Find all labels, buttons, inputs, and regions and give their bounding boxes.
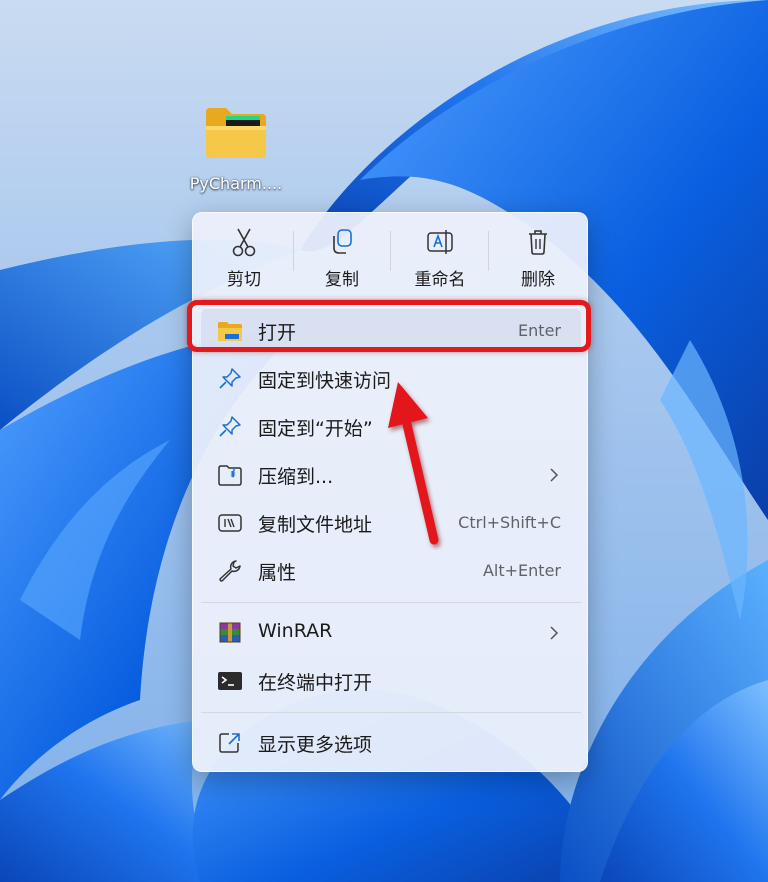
menu-item-label: 属性 (258, 562, 297, 584)
delete-button[interactable]: 删除 (493, 225, 583, 295)
desktop-folder-pycharm[interactable]: PC PyCharm.... (186, 104, 286, 193)
copy-button[interactable]: 复制 (297, 225, 387, 295)
delete-label: 删除 (521, 270, 555, 290)
menu-item-label: 显示更多选项 (258, 734, 373, 756)
desktop-icon-label: PyCharm.... (189, 174, 283, 193)
menu-item-label: WinRAR (258, 620, 333, 642)
annotation-highlight-box (187, 300, 591, 352)
pin-icon (217, 415, 243, 439)
terminal-icon (217, 669, 243, 693)
toolbar-divider (390, 231, 391, 271)
cut-button[interactable]: 剪切 (199, 225, 289, 295)
pin-icon (217, 367, 243, 391)
menu-item-label: 压缩到... (258, 466, 334, 488)
menu-item-shortcut: Ctrl+Shift+C (458, 513, 561, 532)
scissors-icon (199, 225, 289, 259)
menu-item-winrar[interactable]: WinRAR (201, 611, 581, 655)
menu-separator (201, 602, 581, 603)
copy-label: 复制 (325, 270, 359, 290)
wrench-icon (217, 559, 243, 583)
menu-item-properties[interactable]: 属性 Alt+Enter (201, 549, 581, 593)
menu-item-label: 复制文件地址 (258, 514, 373, 536)
copy-path-icon (217, 511, 243, 535)
zip-folder-icon (217, 463, 243, 487)
chevron-right-icon (549, 467, 559, 483)
cut-label: 剪切 (227, 270, 261, 290)
chevron-right-icon (549, 625, 559, 641)
menu-toolbar: 剪切 复制 重命名 删除 (193, 213, 587, 299)
menu-item-label: 固定到“开始” (258, 418, 373, 440)
menu-item-show-more-options[interactable]: 显示更多选项 (201, 721, 581, 765)
copy-icon (297, 225, 387, 259)
winrar-icon (217, 621, 243, 645)
external-link-icon (217, 731, 243, 755)
trash-icon (493, 225, 583, 259)
rename-label: 重命名 (414, 270, 466, 290)
folder-pycharm-icon: PC (204, 104, 268, 160)
menu-item-open-terminal[interactable]: 在终端中打开 (201, 659, 581, 703)
rename-icon (395, 225, 485, 259)
menu-separator (201, 712, 581, 713)
rename-button[interactable]: 重命名 (395, 225, 485, 295)
annotation-arrow (388, 382, 439, 545)
menu-item-shortcut: Alt+Enter (482, 561, 561, 580)
menu-item-label: 在终端中打开 (258, 672, 373, 694)
toolbar-divider (488, 231, 489, 271)
toolbar-divider (293, 231, 294, 271)
